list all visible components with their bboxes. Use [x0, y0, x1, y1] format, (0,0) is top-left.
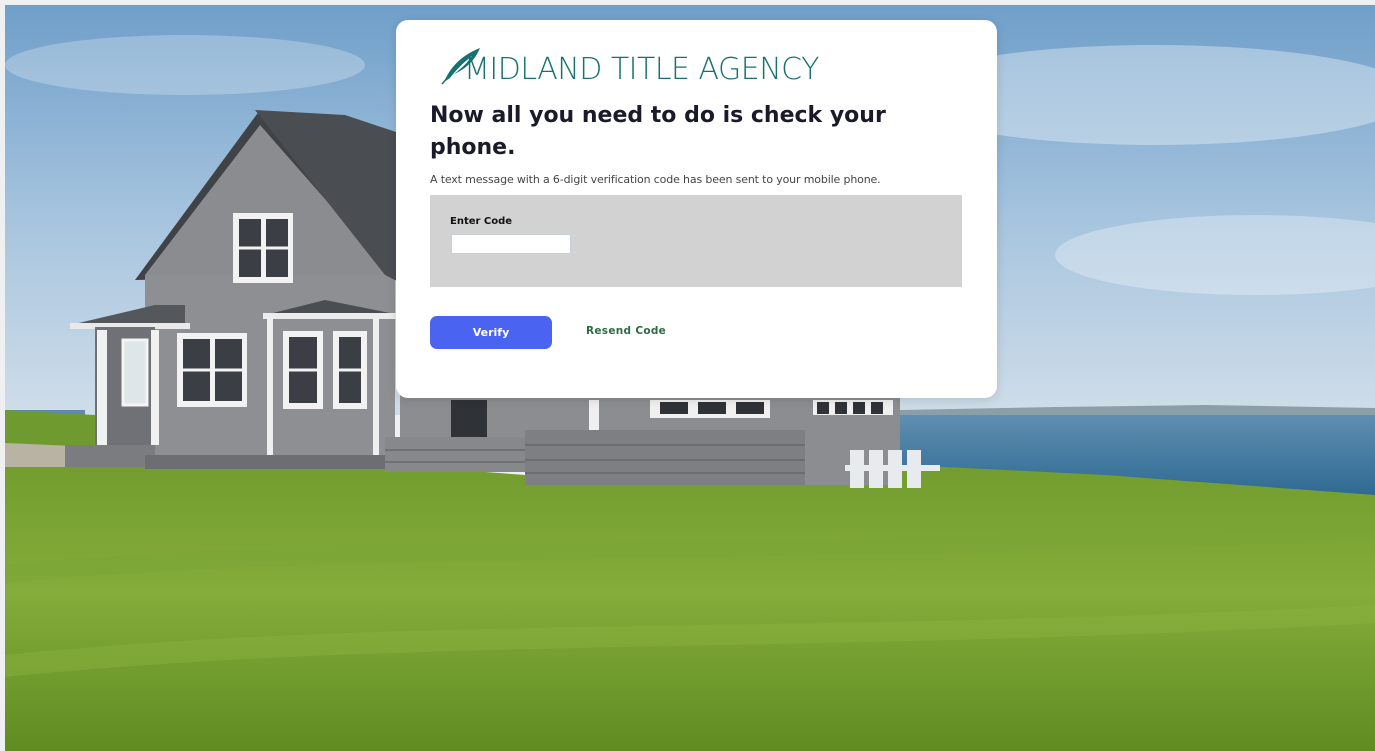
page: MIDLAND TITLE AGENCY Now all you need to… [0, 0, 1375, 751]
verification-code-input[interactable] [451, 234, 571, 254]
page-title: Now all you need to do is check your pho… [430, 103, 886, 160]
resend-code-link[interactable]: Resend Code [586, 325, 666, 337]
brand-name: MIDLAND TITLE AGENCY [464, 52, 819, 87]
verification-card: MIDLAND TITLE AGENCY Now all you need to… [396, 20, 997, 398]
code-label: Enter Code [450, 216, 513, 227]
instruction-text: A text message with a 6-digit verificati… [430, 173, 881, 186]
verify-button[interactable]: Verify [430, 316, 552, 349]
code-entry-panel: Enter Code [430, 195, 962, 287]
